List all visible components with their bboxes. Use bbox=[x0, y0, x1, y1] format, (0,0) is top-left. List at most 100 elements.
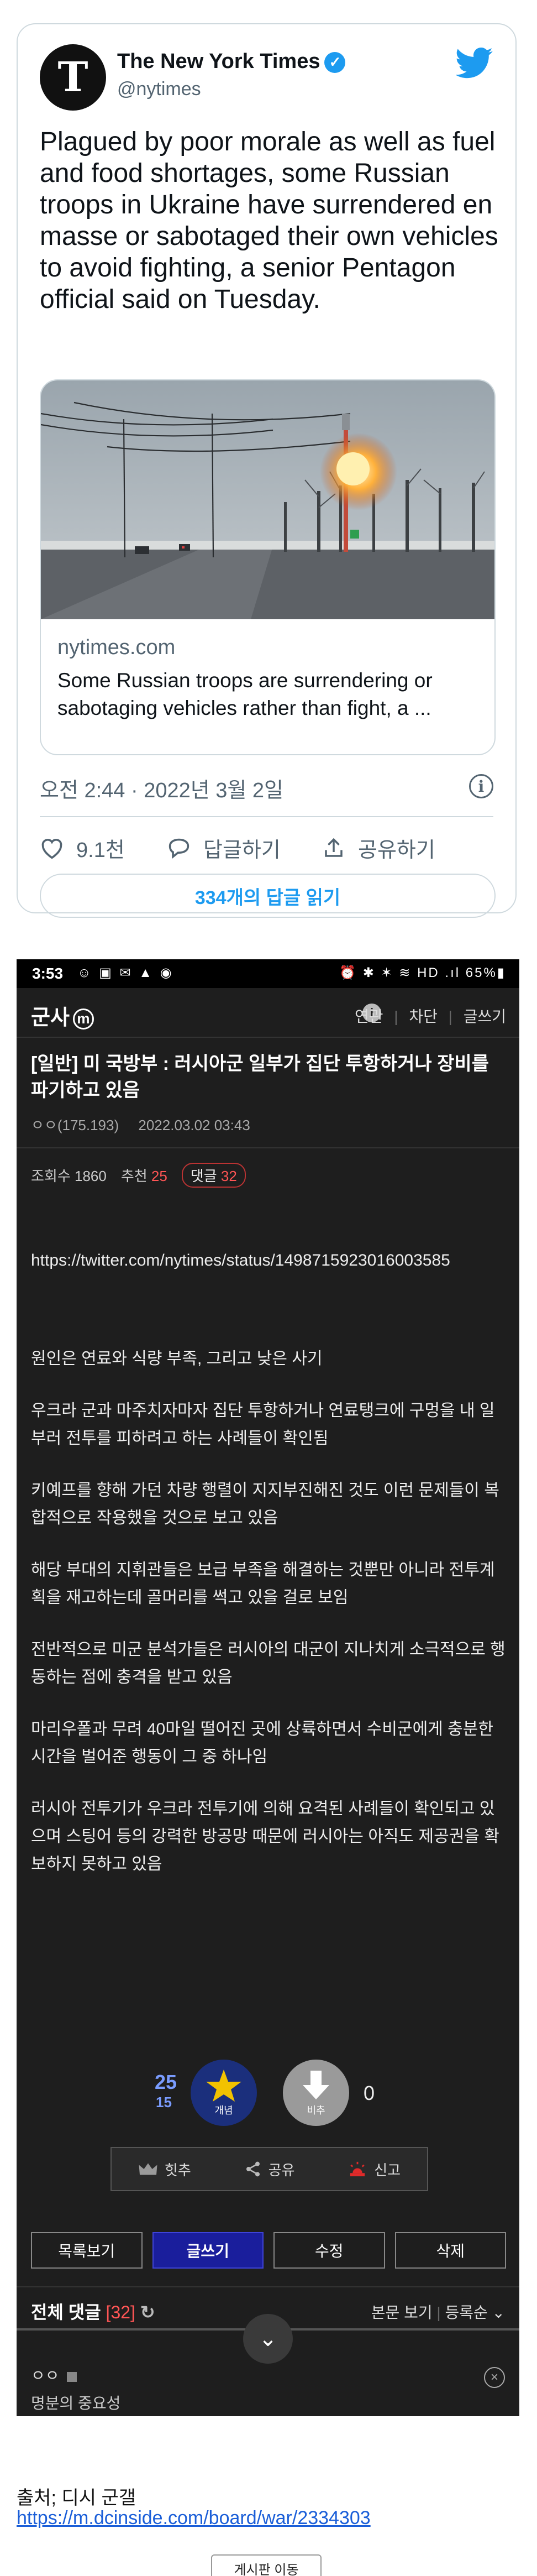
post-paragraph: 전반적으로 미군 분석가들은 러시아의 대군이 지나치게 소극적으로 행동하는 … bbox=[31, 1640, 506, 1686]
tweet-header: T The New York Times ✓ @nytimes bbox=[40, 44, 493, 111]
share-post-button[interactable]: 공유 bbox=[244, 2159, 295, 2180]
related-link[interactable]: 연관 bbox=[355, 1008, 383, 1025]
edit-button[interactable]: 수정 bbox=[273, 2232, 385, 2269]
upvote-count: 25 bbox=[155, 2071, 177, 2093]
reply-bubble-icon bbox=[169, 838, 189, 859]
comment-author-name[interactable]: ㅇㅇ bbox=[31, 2367, 60, 2384]
post-action-buttons: 목록보기 글쓰기 수정 삭제 bbox=[31, 2232, 506, 2269]
author-name[interactable]: The New York Times ✓ bbox=[117, 50, 346, 74]
post-paragraph: 우크라 군과 마주치자마자 집단 투항하거나 연료탱크에 구멍을 내 일부러 전… bbox=[31, 1402, 495, 1448]
dcinside-screenshot: 3:53 ☺ ▣ ✉ ▲ ◉ ⏰ ✱ ✶ ≋ HD .ıl 65%▮ 군사 m i… bbox=[17, 959, 519, 2416]
gallery-name[interactable]: 군사 bbox=[31, 1006, 70, 1030]
fixed-user-upvote-count: 15 bbox=[156, 2094, 172, 2110]
comment-count-badge[interactable]: 댓글 32 bbox=[181, 1163, 246, 1188]
post-stats: 조회수 1860 추천 25 댓글 32 bbox=[31, 1163, 246, 1188]
separator: | bbox=[436, 2304, 445, 2321]
upvote-button[interactable]: 개념 bbox=[191, 2060, 257, 2126]
link-description: Some Russian troops are surrendering or … bbox=[57, 669, 433, 719]
twitter-bird-icon[interactable] bbox=[456, 46, 493, 80]
downvote-button[interactable]: 비추 bbox=[283, 2060, 349, 2126]
notification-icons: ☺ ▣ ✉ ▲ ◉ bbox=[77, 965, 174, 980]
comment-text: 명분의 중요성 bbox=[31, 2395, 121, 2412]
star-icon bbox=[206, 2070, 241, 2102]
like-count: 9.1천 bbox=[76, 839, 125, 862]
crown-icon bbox=[139, 2163, 157, 2175]
recommend-label: 추천 bbox=[120, 1168, 148, 1184]
share-label: 공유하기 bbox=[358, 839, 435, 862]
write-button[interactable]: 글쓰기 bbox=[152, 2232, 264, 2269]
post-paragraph: 마리우폴과 무려 40마일 떨어진 곳에 상륙하면서 수비군에게 충분한 시간을… bbox=[31, 1720, 493, 1766]
heart-icon bbox=[41, 838, 62, 859]
divider bbox=[17, 1147, 519, 1148]
hit-recommend-button[interactable]: 힛추 bbox=[138, 2159, 191, 2180]
news-photo bbox=[41, 380, 494, 619]
upvote-label: 개념 bbox=[214, 2105, 233, 2116]
report-label: 신고 bbox=[374, 2161, 401, 2178]
post-source-url[interactable]: https://twitter.com/nytimes/status/14987… bbox=[31, 1247, 506, 1274]
info-icon[interactable]: i bbox=[469, 774, 493, 798]
share-bar: 힛추 공유 신고 bbox=[110, 2147, 428, 2191]
close-icon[interactable]: × bbox=[484, 2367, 505, 2388]
status-time: 3:53 bbox=[32, 965, 64, 982]
share-upload-icon bbox=[325, 838, 343, 857]
author-name-text[interactable]: The New York Times bbox=[117, 50, 320, 73]
post-meta: ㅇㅇ(175.193) 2022.03.02 03:43 bbox=[31, 1114, 250, 1135]
vote-area: 25 15 개념 비추 0 bbox=[17, 2060, 519, 2131]
post-body: https://twitter.com/nytimes/status/14987… bbox=[31, 1247, 506, 1903]
chevron-down-icon[interactable]: ⌄ bbox=[492, 2304, 505, 2321]
tweet-actions: 9.1천 답글하기 공유하기 bbox=[40, 833, 493, 866]
write-link[interactable]: 글쓰기 bbox=[464, 1008, 506, 1025]
separator: | bbox=[448, 1008, 452, 1025]
downvote-count: 0 bbox=[364, 2082, 375, 2104]
gallery-nav-links: 연관 | 차단 | 글쓰기 bbox=[348, 1005, 506, 1027]
delete-button[interactable]: 삭제 bbox=[394, 2232, 506, 2269]
tweet-card: T The New York Times ✓ @nytimes Plagued b… bbox=[17, 23, 517, 918]
kyiv-tv-tower-explosion-image bbox=[41, 380, 494, 619]
source-label: 출처; 디시 군갤 bbox=[17, 2488, 136, 2509]
share-icon bbox=[246, 2161, 260, 2177]
refresh-icon[interactable]: ↻ bbox=[140, 2302, 155, 2322]
reply-button[interactable]: 답글하기 bbox=[167, 833, 281, 863]
comments-title-text: 전체 댓글 bbox=[31, 2302, 101, 2322]
post-paragraph: 키예프를 향해 가던 차량 행렬이 지지부진해진 것도 이런 문제들이 복합적으… bbox=[31, 1481, 499, 1527]
gallery-header: 군사 m i 연관 | 차단 | 글쓰기 bbox=[17, 988, 519, 1038]
comments-title: 전체 댓글 [32] ↻ bbox=[31, 2298, 155, 2324]
downvote-label: 비추 bbox=[307, 2105, 325, 2116]
verified-badge-icon: ✓ bbox=[324, 51, 346, 73]
scroll-down-button[interactable]: ⌄ bbox=[243, 2314, 293, 2364]
like-button[interactable]: 9.1천 bbox=[40, 833, 125, 863]
read-replies-button[interactable]: 334개의 답글 읽기 bbox=[40, 874, 496, 918]
avatar[interactable]: T bbox=[40, 44, 106, 111]
author-handle[interactable]: @nytimes bbox=[117, 79, 201, 100]
source-link[interactable]: https://m.dcinside.com/board/war/2334303 bbox=[17, 2507, 371, 2529]
share-button[interactable]: 공유하기 bbox=[322, 833, 435, 863]
link-preview-card[interactable]: nytimes.com Some Russian troops are surr… bbox=[40, 379, 496, 755]
block-link[interactable]: 차단 bbox=[409, 1008, 438, 1025]
system-status-icons: ⏰ ✱ ✶ ≋ HD .ıl 65%▮ bbox=[339, 965, 506, 980]
recommend-stat: 추천 25 bbox=[121, 1165, 167, 1185]
link-domain: nytimes.com bbox=[57, 636, 176, 659]
comments-count: 32 bbox=[220, 1168, 237, 1184]
post-paragraph: 해당 부대의 지휘관들은 보급 부족을 해결하는 것뿐만 아니라 전투계획을 재… bbox=[31, 1561, 495, 1607]
reply-label: 답글하기 bbox=[203, 839, 281, 862]
recommend-count: 25 bbox=[151, 1168, 167, 1184]
view-body-button[interactable]: 본문 보기 bbox=[371, 2304, 433, 2321]
tweet-timestamp[interactable]: 오전 2:44 · 2022년 3월 2일 bbox=[40, 773, 283, 803]
sort-dropdown[interactable]: 등록순 bbox=[445, 2304, 487, 2321]
gallery-title[interactable]: 군사 m bbox=[31, 1000, 94, 1031]
comment-author[interactable]: ㅇㅇ bbox=[31, 2364, 77, 2386]
report-button[interactable]: 신고 bbox=[348, 2159, 401, 2180]
hit-label: 힛추 bbox=[164, 2161, 191, 2178]
post-paragraph: 러시아 전투기가 우크라 전투기에 의해 요격된 사례들이 확인되고 있으며 스… bbox=[31, 1800, 499, 1873]
user-icon bbox=[67, 2371, 77, 2382]
list-button[interactable]: 목록보기 bbox=[31, 2232, 143, 2269]
post-title: [일반] 미 국방부 : 러시아군 일부가 집단 투항하거나 장비를 파기하고 … bbox=[31, 1053, 489, 1101]
comments-label: 댓글 bbox=[190, 1168, 217, 1184]
post-author[interactable]: ㅇㅇ(175.193) bbox=[31, 1117, 119, 1133]
divider bbox=[40, 816, 493, 817]
board-move-button[interactable]: 게시판 이동 bbox=[211, 2554, 322, 2576]
tweet-text: Plagued by poor morale as well as fuel a… bbox=[40, 127, 498, 314]
minor-gallery-badge-icon: m bbox=[72, 1008, 94, 1030]
post-date: 2022.03.02 03:43 bbox=[138, 1117, 250, 1133]
share-text: 공유 bbox=[268, 2161, 295, 2178]
